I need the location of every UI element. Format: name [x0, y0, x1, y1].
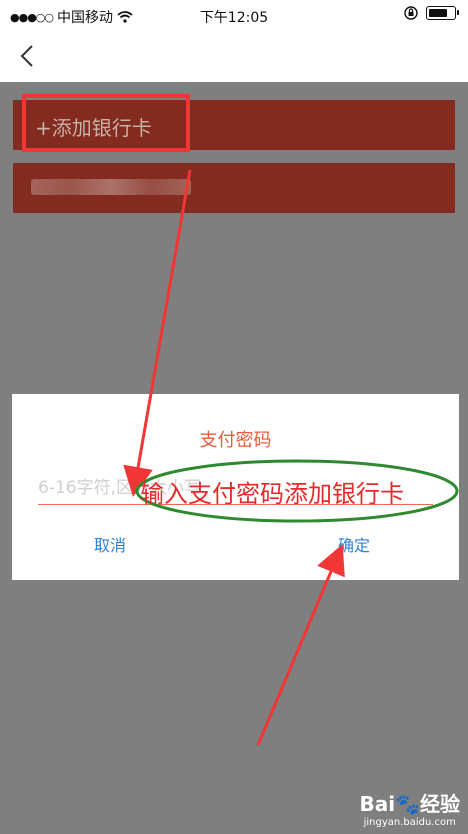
battery-icon — [426, 6, 459, 20]
status-bar: ●●●○○ 中国移动 下午12:05 — [0, 0, 468, 30]
bank-card-row[interactable] — [13, 163, 455, 213]
back-button[interactable] — [14, 38, 44, 74]
annotation-text: 输入支付密码添加银行卡 — [140, 480, 404, 508]
status-time: 下午12:05 — [199, 10, 269, 26]
highlight-box — [22, 94, 190, 152]
confirm-button[interactable]: 确定 — [338, 532, 370, 556]
blurred-card-number — [31, 179, 191, 195]
nav-bar — [0, 30, 468, 82]
dialog-title: 支付密码 — [199, 430, 272, 451]
baidu-jingyan-logo: Bai🐾经验 — [359, 792, 461, 816]
watermark-url: jingyan.baidu.com — [363, 817, 456, 828]
status-right — [404, 6, 459, 20]
chevron-left-icon — [20, 45, 33, 67]
cancel-button[interactable]: 取消 — [94, 532, 126, 556]
orientation-lock-icon — [404, 6, 418, 20]
baidu-watermark: Bai🐾经验 jingyan.baidu.com — [360, 788, 461, 828]
